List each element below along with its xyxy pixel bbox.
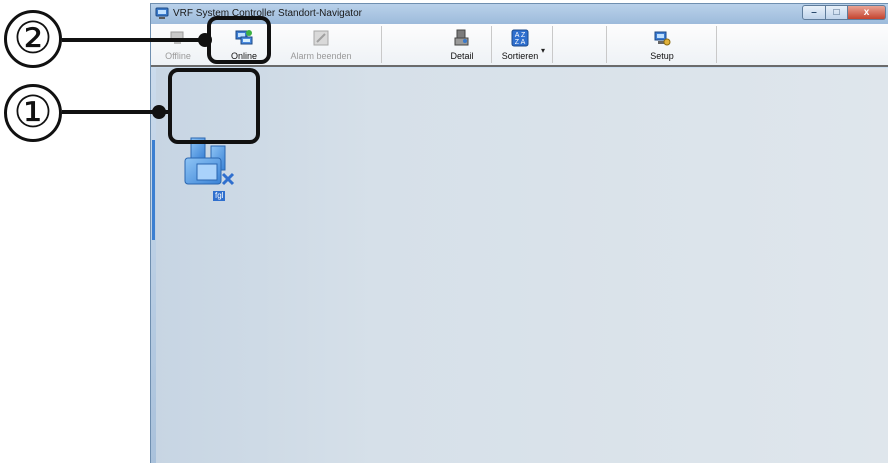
- setup-label: Setup: [650, 51, 674, 61]
- window-controls: – □ x: [802, 5, 886, 20]
- close-icon: x: [863, 7, 870, 18]
- alarm-end-button[interactable]: Alarm beenden: [281, 24, 361, 65]
- alarm-end-icon: [313, 30, 329, 46]
- callout-dot-one: [152, 105, 166, 119]
- sort-button[interactable]: A Z Z A Sortieren: [494, 24, 546, 65]
- alarm-end-label: Alarm beenden: [290, 51, 352, 61]
- toolbar-separator: [606, 26, 607, 63]
- selection-indicator: [152, 140, 155, 240]
- toolbar-separator: [381, 26, 382, 63]
- site-callout-ring: [168, 68, 260, 144]
- callout-leader-two: [62, 38, 208, 42]
- detail-label: Detail: [450, 51, 474, 61]
- callout-dot-two: [198, 33, 212, 47]
- detail-icon: [454, 29, 469, 46]
- maximize-icon: □: [833, 7, 840, 18]
- toolbar-separator: [716, 26, 717, 63]
- callout-badge-two: ②: [4, 10, 62, 68]
- setup-button[interactable]: Setup: [641, 24, 683, 65]
- detail-button[interactable]: Detail: [441, 24, 483, 65]
- app-icon: [155, 7, 169, 19]
- toolbar-separator: [491, 26, 492, 63]
- maximize-button[interactable]: □: [826, 5, 848, 20]
- setup-icon: [654, 31, 671, 46]
- toolbar-separator: [552, 26, 553, 63]
- minimize-button[interactable]: –: [802, 5, 826, 20]
- callout-badge-one: ①: [4, 84, 62, 142]
- sort-label: Sortieren: [501, 51, 539, 61]
- site-view-area: fgl: [156, 68, 888, 463]
- svg-text:A Z: A Z: [515, 32, 526, 39]
- svg-text:Z A: Z A: [515, 39, 526, 46]
- minimize-icon: –: [811, 7, 817, 18]
- app-window: VRF System Controller Standort-Navigator…: [150, 3, 888, 463]
- site-label[interactable]: fgl: [213, 191, 226, 201]
- sort-az-icon: A Z Z A: [511, 29, 529, 47]
- close-button[interactable]: x: [848, 5, 886, 20]
- window-title: VRF System Controller Standort-Navigator: [173, 8, 362, 19]
- offline-label: Offline: [165, 51, 191, 61]
- offline-button[interactable]: Offline: [155, 24, 201, 65]
- online-callout-ring: [207, 16, 271, 64]
- chevron-down-icon[interactable]: ▾: [541, 46, 545, 55]
